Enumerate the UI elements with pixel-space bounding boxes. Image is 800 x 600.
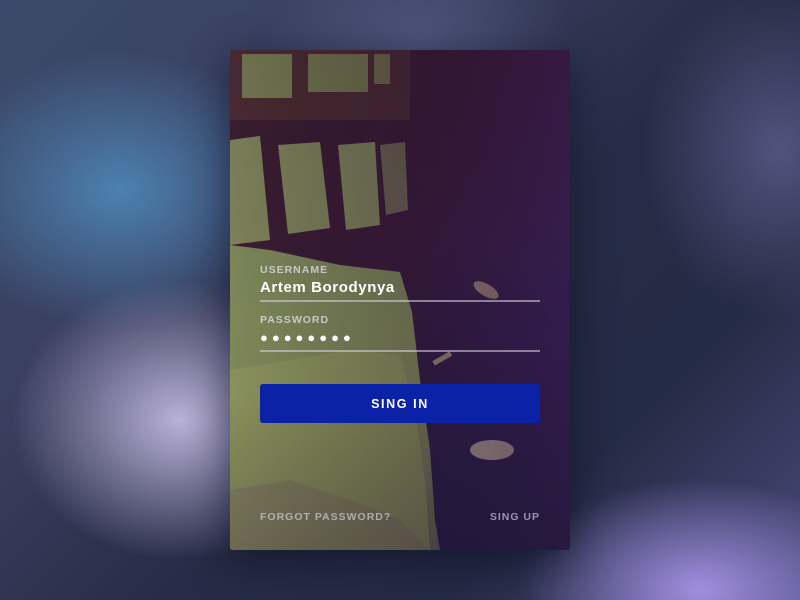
password-underline [260, 350, 540, 352]
sign-in-button[interactable]: SING IN [260, 384, 540, 423]
login-card: USERNAME Artem Borodynya PASSWORD ●●●●●●… [230, 50, 570, 550]
username-underline [260, 300, 540, 302]
password-label: PASSWORD [260, 314, 330, 326]
username-label: USERNAME [260, 264, 329, 276]
sign-up-link[interactable]: SING UP [490, 511, 540, 523]
username-field[interactable]: Artem Borodynya [260, 279, 395, 296]
password-field[interactable]: ●●●●●●●● [260, 330, 355, 345]
forgot-password-link[interactable]: FORGOT PASSWORD? [260, 511, 391, 523]
